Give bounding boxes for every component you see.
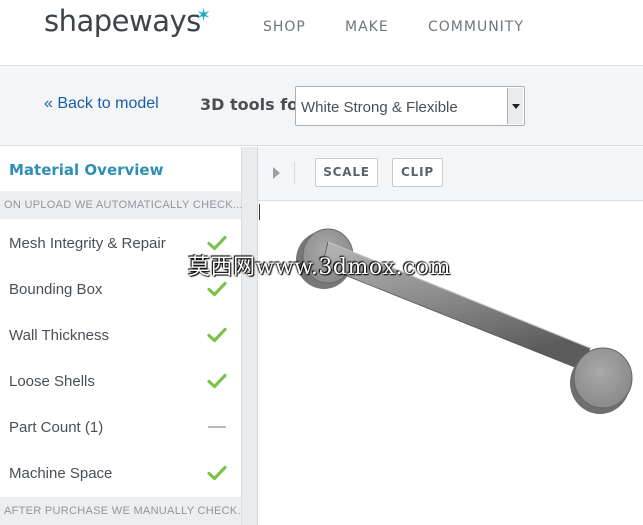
checkmark-icon	[207, 327, 227, 343]
chevron-down-icon	[512, 104, 520, 109]
check-label: Loose Shells	[9, 373, 95, 390]
section-purchase-label: AFTER PURCHASE WE MANUALLY CHECK...	[4, 505, 248, 517]
scale-button[interactable]: SCALE	[315, 158, 378, 187]
nav-shop[interactable]: SHOP	[263, 19, 306, 35]
checkmark-icon	[207, 373, 227, 389]
toolbar-divider	[294, 162, 295, 184]
checkmark-icon	[207, 281, 227, 297]
section-upload-label: ON UPLOAD WE AUTOMATICALLY CHECK...	[4, 199, 243, 211]
clip-button[interactable]: CLIP	[392, 158, 443, 187]
section-header-upload: ON UPLOAD WE AUTOMATICALLY CHECK...	[0, 191, 243, 219]
material-select[interactable]: White Strong & Flexible	[295, 86, 525, 126]
logo-star-icon: ✶	[196, 5, 212, 25]
check-label: Mesh Integrity & Repair	[9, 235, 166, 252]
tools-for-label: 3D tools for	[200, 95, 307, 114]
watermark-text: 莫西网www.3dmox.com	[188, 255, 451, 280]
check-row-wall-thickness[interactable]: Wall Thickness	[0, 312, 241, 358]
checkmark-icon	[207, 465, 227, 481]
check-row-loose-shells[interactable]: Loose Shells	[0, 358, 241, 404]
back-to-model-link[interactable]: « Back to model	[44, 95, 159, 113]
check-label: Machine Space	[9, 465, 113, 482]
material-select-value: White Strong & Flexible	[301, 99, 458, 116]
section-header-purchase: AFTER PURCHASE WE MANUALLY CHECK...	[0, 497, 247, 525]
shapeways-logo[interactable]: shapeways	[44, 4, 201, 38]
check-label: Part Count (1)	[9, 419, 104, 436]
check-label: Bounding Box	[9, 281, 103, 298]
top-nav: shapeways ✶ SHOP MAKE COMMUNITY	[0, 0, 643, 66]
text-cursor	[259, 204, 260, 220]
sidebar-scrollbar[interactable]	[242, 147, 258, 525]
tools-bar: « Back to model 3D tools for White Stron…	[0, 66, 643, 146]
check-row-part-count[interactable]: Part Count (1)	[0, 404, 241, 450]
select-dropdown-button[interactable]	[507, 88, 523, 124]
material-overview-title[interactable]: Material Overview	[9, 161, 163, 179]
nav-make[interactable]: MAKE	[345, 19, 389, 35]
nav-community[interactable]: COMMUNITY	[428, 19, 524, 35]
model-viewer[interactable]: SCALE CLIP	[258, 147, 643, 525]
check-label: Wall Thickness	[9, 327, 110, 344]
viewer-toolbar: SCALE CLIP	[258, 147, 643, 201]
dash-icon	[208, 426, 226, 428]
check-row-machine-space[interactable]: Machine Space	[0, 450, 241, 496]
material-sidebar: Material Overview ON UPLOAD WE AUTOMATIC…	[0, 147, 247, 525]
expand-arrow-icon[interactable]	[273, 167, 280, 179]
